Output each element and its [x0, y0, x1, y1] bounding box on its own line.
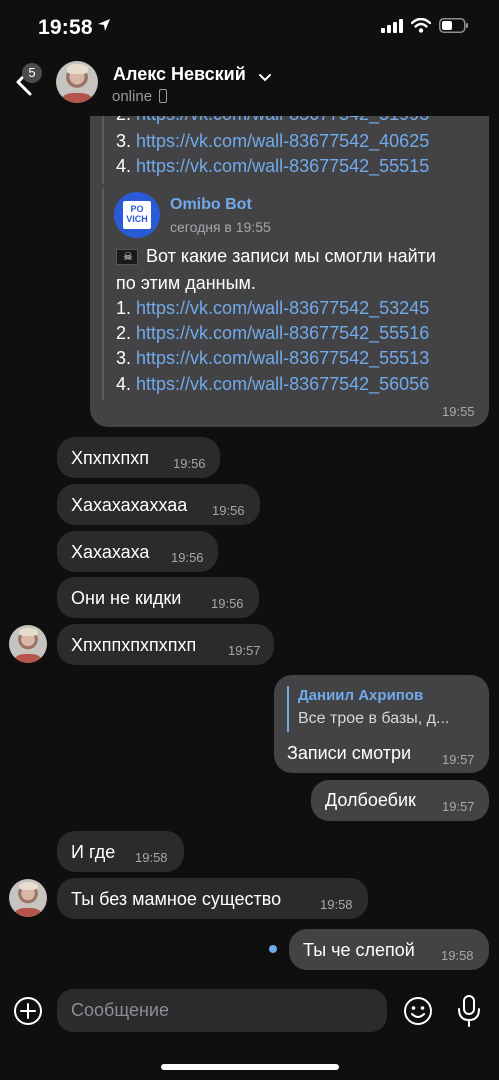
forwarded-link[interactable]: 4. https://vk.com/wall-83677542_56056 [116, 374, 429, 395]
message-time: 19:55 [442, 404, 475, 419]
message-text: Долбоебик [325, 790, 416, 810]
message-text: Ты без мамное существо [71, 889, 282, 909]
microphone-button[interactable] [456, 994, 482, 1028]
forwarded-text-line: Вот какие записи мы смогли найти [146, 246, 436, 266]
attach-button[interactable] [12, 995, 44, 1027]
location-arrow-icon [97, 18, 111, 37]
message-text: Хпхппхпхпхпхп [71, 635, 197, 655]
message-text: Записи смотри [287, 743, 412, 763]
forwarded-link[interactable]: 1. https://vk.com/wall-83677542_53245 [116, 298, 429, 319]
forwarded-link[interactable]: 2. https://vk.com/wall-83677542_55516 [116, 323, 429, 344]
contact-name[interactable]: Алекс Невский [113, 64, 246, 85]
home-indicator[interactable] [161, 1064, 339, 1070]
message-text: И где [71, 842, 116, 862]
message-time: 19:56 [212, 503, 245, 518]
contact-status: online [112, 88, 153, 105]
status-bar: 19:58 [0, 0, 499, 52]
cellular-signal-icon [381, 18, 403, 38]
wifi-icon [410, 17, 432, 38]
message-input[interactable] [57, 989, 387, 1032]
message-time: 19:58 [441, 948, 474, 963]
unread-indicator-dot [269, 945, 277, 953]
chevron-down-icon[interactable] [258, 70, 272, 88]
status-indicators [381, 17, 469, 38]
message-text: Хахахаха [71, 542, 150, 562]
message-text: Хахахахаххаа [71, 495, 188, 515]
bot-logo: PO VICH [123, 201, 151, 229]
message-time: 19:56 [173, 456, 206, 471]
pirate-flag-icon: ☠ [116, 249, 138, 265]
message-time: 19:57 [228, 643, 261, 658]
message-text: Они не кидки [71, 588, 182, 608]
message-time: 19:56 [211, 596, 244, 611]
message-time: 19:58 [135, 850, 168, 865]
message-time: 19:57 [442, 799, 475, 814]
message-text: Хпхпхпхп [71, 448, 149, 468]
message-time: 19:56 [171, 550, 204, 565]
contact-avatar[interactable] [56, 61, 98, 103]
forward-date: сегодня в 19:55 [170, 219, 271, 235]
forwarded-text-line: по этим данным. [116, 273, 256, 293]
forward-indicator-line [102, 188, 104, 400]
forwarded-link[interactable]: 4. https://vk.com/wall-83677542_55515 [116, 156, 429, 177]
sender-avatar[interactable] [9, 879, 47, 917]
message-time: 19:58 [320, 897, 353, 912]
bot-avatar[interactable]: PO VICH [114, 192, 160, 238]
reply-sender-name[interactable]: Даниил Ахрипов [298, 687, 423, 704]
forwarded-link[interactable]: 3. https://vk.com/wall-83677542_40625 [116, 131, 429, 152]
forward-sender-name[interactable]: Omibo Bot [170, 196, 252, 214]
forwarded-link[interactable]: 3. https://vk.com/wall-83677542_55513 [116, 348, 429, 369]
emoji-button[interactable] [402, 995, 434, 1027]
reply-preview-text[interactable]: Все трое в базы, д... [298, 710, 449, 728]
message-time: 19:57 [442, 752, 475, 767]
mobile-device-icon [159, 89, 167, 103]
status-time: 19:58 [38, 16, 93, 39]
reply-indicator-bar [287, 686, 289, 732]
battery-icon [439, 18, 469, 38]
unread-count-badge: 5 [22, 63, 42, 83]
sender-avatar[interactable] [9, 625, 47, 663]
message-text: Ты че слепой [303, 940, 415, 960]
